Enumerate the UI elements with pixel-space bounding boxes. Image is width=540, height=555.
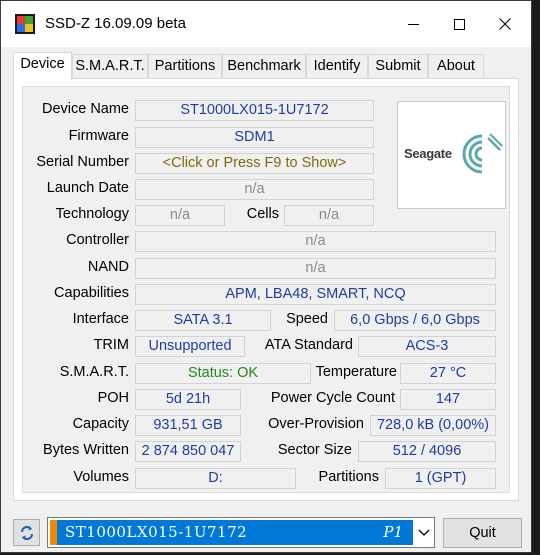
poh-label: POH bbox=[97, 390, 129, 406]
serial-number-label: Serial Number bbox=[36, 154, 129, 170]
tab-benchmark[interactable]: Benchmark bbox=[222, 54, 306, 79]
trim-field: Unsupported bbox=[135, 336, 245, 357]
chevron-down-icon[interactable] bbox=[417, 524, 431, 540]
minimize-button[interactable] bbox=[390, 1, 436, 47]
technology-label: Technology bbox=[55, 206, 129, 222]
seagate-logo-icon bbox=[462, 133, 503, 174]
capabilities-label: Capabilities bbox=[54, 285, 129, 301]
launch-date-label: Launch Date bbox=[46, 180, 129, 196]
app-icon bbox=[15, 14, 35, 34]
drive-select-tag: P1 bbox=[383, 523, 403, 541]
tab-about[interactable]: About bbox=[428, 54, 484, 79]
maximize-button[interactable] bbox=[436, 1, 482, 47]
speed-label: Speed bbox=[286, 311, 328, 327]
temperature-label: Temperature bbox=[315, 364, 397, 380]
partitions-field: 1 (GPT) bbox=[385, 468, 496, 489]
technology-field: n/a bbox=[135, 205, 225, 226]
ata-standard-field: ACS-3 bbox=[358, 336, 496, 357]
sector-size-field: 512 / 4096 bbox=[358, 441, 496, 462]
window-title: SSD-Z 16.09.09 beta bbox=[45, 15, 186, 32]
seagate-logo-text: Seagate bbox=[404, 146, 452, 161]
title-bar[interactable]: SSD-Z 16.09.09 beta bbox=[1, 1, 531, 47]
power-cycle-count-label: Power Cycle Count bbox=[270, 390, 395, 406]
ata-standard-label: ATA Standard bbox=[264, 337, 353, 353]
tab-identify[interactable]: Identify bbox=[306, 54, 368, 79]
drive-select-name: ST1000LX015-1U7172 bbox=[65, 523, 248, 541]
refresh-icon bbox=[20, 525, 33, 540]
cells-field: n/a bbox=[284, 205, 374, 226]
cells-label: Cells bbox=[246, 206, 279, 222]
close-button[interactable] bbox=[482, 1, 528, 47]
temperature-field: 27 °C bbox=[400, 363, 496, 384]
nand-label: NAND bbox=[87, 259, 129, 275]
launch-date-field: n/a bbox=[135, 179, 374, 200]
capabilities-field: APM, LBA48, SMART, NCQ bbox=[135, 284, 496, 305]
bytes-written-label: Bytes Written bbox=[43, 442, 129, 458]
speed-field: 6,0 Gbps / 6,0 Gbps bbox=[334, 310, 496, 331]
tab-submit[interactable]: Submit bbox=[368, 54, 428, 79]
controller-label: Controller bbox=[66, 232, 129, 248]
device-name-label: Device Name bbox=[41, 101, 129, 117]
tab-smart[interactable]: S.M.A.R.T. bbox=[72, 54, 148, 79]
trim-label: TRIM bbox=[93, 337, 129, 353]
sector-size-label: Sector Size bbox=[277, 442, 352, 458]
smart-label: S.M.A.R.T. bbox=[59, 364, 129, 380]
close-icon bbox=[499, 18, 511, 30]
interface-field: SATA 3.1 bbox=[135, 310, 271, 331]
firmware-field: SDM1 bbox=[135, 127, 374, 148]
volumes-field: D: bbox=[135, 468, 296, 489]
partitions-label: Partitions bbox=[318, 469, 379, 485]
interface-label: Interface bbox=[72, 311, 129, 327]
quit-button[interactable]: Quit bbox=[443, 518, 522, 548]
drive-select-value: ST1000LX015-1U7172 P1 bbox=[50, 520, 413, 545]
seagate-logo: Seagate bbox=[397, 101, 506, 209]
tab-device[interactable]: Device bbox=[13, 52, 72, 80]
device-info-group: Device Name ST1000LX015-1U7172 Firmware … bbox=[22, 86, 510, 493]
device-panel: Device Name ST1000LX015-1U7172 Firmware … bbox=[13, 78, 519, 501]
firmware-label: Firmware bbox=[68, 128, 129, 144]
tab-partitions[interactable]: Partitions bbox=[148, 54, 222, 79]
maximize-icon bbox=[453, 18, 465, 30]
capacity-label: Capacity bbox=[72, 416, 129, 432]
minimize-icon bbox=[407, 23, 419, 25]
volumes-label: Volumes bbox=[73, 469, 129, 485]
drive-select-dropdown[interactable]: ST1000LX015-1U7172 P1 bbox=[47, 517, 435, 548]
controller-field: n/a bbox=[135, 231, 496, 252]
bytes-written-field: 2 874 850 047 bbox=[135, 441, 241, 462]
nand-field: n/a bbox=[135, 258, 496, 279]
device-name-field: ST1000LX015-1U7172 bbox=[135, 100, 374, 121]
drive-color-stripe bbox=[50, 520, 57, 545]
capacity-field: 931,51 GB bbox=[135, 415, 241, 436]
over-provision-field: 728,0 kB (0,00%) bbox=[370, 415, 496, 436]
refresh-button[interactable] bbox=[13, 519, 40, 546]
poh-field: 5d 21h bbox=[135, 389, 241, 410]
power-cycle-count-field: 147 bbox=[400, 389, 496, 410]
serial-number-field[interactable]: <Click or Press F9 to Show> bbox=[135, 153, 374, 174]
over-provision-label: Over-Provision bbox=[268, 416, 364, 432]
smart-status-field: Status: OK bbox=[135, 363, 311, 384]
app-window: SSD-Z 16.09.09 beta Device S.M.A.R.T. Pa… bbox=[0, 0, 532, 553]
